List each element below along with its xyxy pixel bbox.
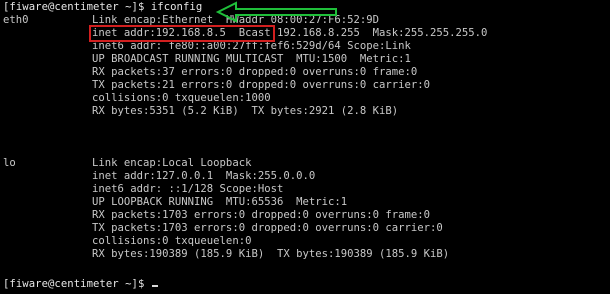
lo-collisions-line: collisions:0 txqueuelen:0 bbox=[92, 235, 252, 247]
lo-inet-addr-line: inet addr:127.0.0.1 Mask:255.0.0.0 bbox=[92, 170, 316, 182]
lo-bytes-line: RX bytes:190389 (185.9 KiB) TX bytes:190… bbox=[92, 248, 450, 260]
final-prompt-line: [fiware@centimeter ~]$ bbox=[3, 278, 158, 291]
terminal-window[interactable]: [fiware@centimeter ~]$ ifconfig eth0 Lin… bbox=[0, 0, 610, 294]
eth0-tx-packets-line: TX packets:21 errors:0 dropped:0 overrun… bbox=[92, 79, 431, 91]
final-prompt-text: [fiware@centimeter ~]$ bbox=[3, 278, 151, 290]
lo-link-encap-line: Link encap:Local Loopback bbox=[92, 157, 252, 169]
eth0-bytes-line: RX bytes:5351 (5.2 KiB) TX bytes:2921 (2… bbox=[92, 105, 399, 117]
eth0-collisions-line: collisions:0 txqueuelen:1000 bbox=[92, 92, 271, 104]
eth0-flags-line: UP BROADCAST RUNNING MULTICAST MTU:1500 … bbox=[92, 53, 411, 65]
lo-tx-packets-line: TX packets:1703 errors:0 dropped:0 overr… bbox=[92, 222, 443, 234]
lo-flags-line: UP LOOPBACK RUNNING MTU:65536 Metric:1 bbox=[92, 196, 348, 208]
lo-inet6-addr-line: inet6 addr: ::1/128 Scope:Host bbox=[92, 183, 284, 195]
interface-name-lo: lo bbox=[3, 157, 16, 169]
text-cursor bbox=[151, 285, 158, 287]
annotation-arrow-icon bbox=[215, 1, 337, 23]
lo-rx-packets-line: RX packets:1703 errors:0 dropped:0 overr… bbox=[92, 209, 431, 221]
eth0-rx-packets-line: RX packets:37 errors:0 dropped:0 overrun… bbox=[92, 66, 418, 78]
